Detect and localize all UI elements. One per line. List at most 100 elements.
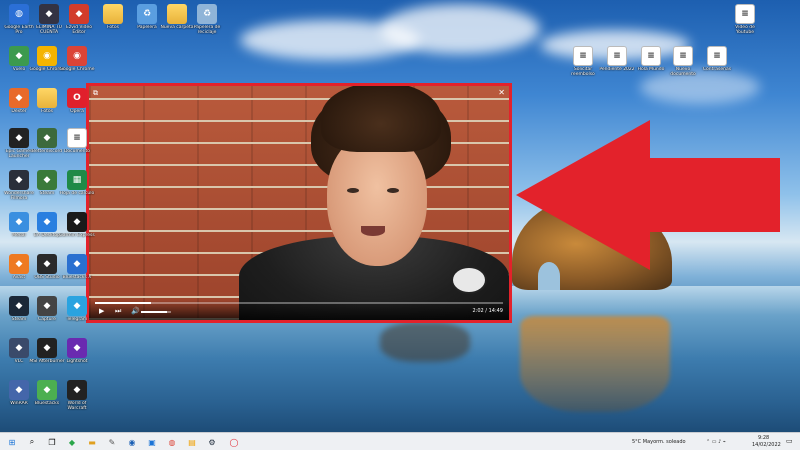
progress-bar[interactable] — [95, 302, 503, 304]
weather-widget[interactable]: 5°C Mayorm. soleado — [632, 439, 686, 445]
desktop-icon-label: Google Chrome — [59, 67, 95, 72]
app-icon: ◆ — [9, 212, 29, 232]
app-icon: ◆ — [67, 254, 87, 274]
app-icon: ◆ — [69, 4, 89, 24]
app-icon: ◆ — [9, 88, 29, 108]
video-player-window[interactable]: ⧉ ✕ ▶ ⏭ 🔊 2:02 / 14:49 — [86, 83, 512, 323]
person-face — [327, 134, 427, 266]
video-frame[interactable] — [89, 86, 509, 320]
globe-icon: ◍ — [9, 4, 29, 24]
desktop-icon-label: Nuevo documento — [670, 67, 696, 77]
desktop-icon[interactable]: ♻ Papelera de reciclaje — [190, 4, 224, 35]
file-explorer-icon[interactable]: ▬ — [86, 436, 98, 448]
notifications-icon[interactable]: ▭ — [786, 437, 793, 445]
desktop-icon-label: Documento — [63, 149, 91, 154]
volume-icon[interactable]: 🔊 — [131, 307, 140, 315]
search-icon[interactable]: ⌕ — [26, 436, 38, 448]
desktop-icon[interactable]: ≡ Solicitar reembolso — [566, 46, 600, 77]
desktop-icon[interactable]: ≡ Hola Mundo — [634, 46, 668, 72]
person-hair-front — [321, 86, 441, 152]
document-icon: ≡ — [67, 128, 87, 148]
desktop-icon[interactable]: ≡ Contraseñas — [700, 46, 734, 72]
app-icon: ◆ — [9, 380, 29, 400]
opera-icon[interactable]: ◯ — [228, 436, 240, 448]
player-controls: ▶ ⏭ 🔊 2:02 / 14:49 — [89, 300, 509, 320]
desktop-icon[interactable]: ≡ Documento — [60, 128, 94, 154]
desktop-icon-label: World of Warcraft — [67, 401, 87, 411]
desktop: ⧉ ✕ ▶ ⏭ 🔊 2:02 / 14:49 ◍ Google Earth Pro… — [0, 0, 800, 432]
desktop-icon[interactable]: ◆ World of Warcraft — [60, 380, 94, 411]
cloud-decor — [380, 4, 540, 54]
app-icon: ◆ — [37, 338, 57, 358]
app-icon: ◆ — [37, 380, 57, 400]
folder-icon — [167, 4, 187, 24]
app-icon: ◆ — [67, 338, 87, 358]
task-view-icon[interactable]: ❐ — [46, 436, 58, 448]
skip-next-icon[interactable]: ⏭ — [115, 307, 121, 316]
folder-icon — [37, 88, 57, 108]
app-icon: ◆ — [37, 128, 57, 148]
app-icon: ◆ — [37, 296, 57, 316]
desktop-icon[interactable]: ≡ Nuevo documento — [666, 46, 700, 77]
recycle-bin-icon: ♻ — [137, 4, 157, 24]
opera-icon: O — [67, 88, 87, 108]
app-icon: ◆ — [9, 170, 29, 190]
close-icon[interactable]: ✕ — [498, 88, 505, 97]
document-icon: ≡ — [673, 46, 693, 66]
app-icon: ◆ — [67, 212, 87, 232]
chrome-icon: ◉ — [37, 46, 57, 66]
chrome-icon[interactable]: ◍ — [166, 436, 178, 448]
progress-bar-fill — [95, 302, 151, 304]
document-icon: ≡ — [735, 4, 755, 24]
store-icon[interactable]: ▣ — [146, 436, 158, 448]
volume-slider[interactable] — [141, 311, 171, 313]
app-icon: ◆ — [9, 338, 29, 358]
edge-icon[interactable]: ◉ — [126, 436, 138, 448]
desktop-icon-label: Papelera de reciclaje — [193, 25, 221, 35]
windows-start-icon[interactable]: ⊞ — [6, 436, 18, 448]
desktop-icon-label: Bluestacks X — [62, 275, 92, 280]
desktop-icon[interactable]: O Opera — [60, 88, 94, 114]
desktop-icon[interactable]: Fotos — [96, 4, 130, 30]
desktop-icon-label: Fotos — [106, 25, 120, 30]
desktop-icon[interactable]: ▦ Hoja de cálculo — [60, 170, 94, 196]
folder-icon — [103, 4, 123, 24]
desktop-icon-label: Hoja de cálculo — [59, 191, 95, 196]
play-icon[interactable]: ▶ — [99, 307, 104, 315]
app-icon: ◆ — [67, 380, 87, 400]
desktop-icon[interactable]: ◆ Bluestacks X — [60, 254, 94, 280]
taskbar-app-icon[interactable]: ◆ — [66, 436, 78, 448]
desktop-icon[interactable]: ◆ Ezvid Video Editor — [62, 4, 96, 35]
document-icon: ≡ — [607, 46, 627, 66]
desktop-icon-label: Pendiente 2022 — [599, 67, 635, 72]
taskbar-tool-icon[interactable]: ✎ — [106, 436, 118, 448]
clock-date[interactable]: 14/02/2022 — [752, 442, 781, 448]
desktop-icon-label: Opera — [70, 109, 84, 114]
volume-slider-fill — [141, 311, 167, 313]
tray-icons[interactable]: ⌃ ▭ ♪ ⌁ — [706, 439, 726, 445]
shadow-reflection — [380, 322, 470, 362]
folder-icon[interactable]: ▤ — [186, 436, 198, 448]
desktop-icon[interactable]: ◆ Telegram — [60, 296, 94, 322]
desktop-icon[interactable]: ◆ Lightshot — [60, 338, 94, 364]
desktop-icon-label: Vídeo de Youtube — [735, 25, 755, 35]
desktop-icon-label: Hola Mundo — [637, 67, 665, 72]
person-eye-right — [387, 188, 399, 193]
steam-icon[interactable]: ⚙ — [206, 436, 218, 448]
desktop-icon[interactable]: ◉ Google Chrome — [60, 46, 94, 72]
desktop-icon-label: Garmin Express — [59, 233, 95, 238]
chrome-icon: ◉ — [67, 46, 87, 66]
desktop-icon[interactable]: ≡ Pendiente 2022 — [599, 46, 635, 72]
document-icon: ≡ — [641, 46, 661, 66]
app-icon: ◆ — [9, 128, 29, 148]
app-icon: ◆ — [67, 296, 87, 316]
desktop-icon[interactable]: ◆ Garmin Express — [59, 212, 95, 238]
clock-time[interactable]: 9:28 — [758, 435, 769, 441]
person-mouth — [361, 226, 385, 236]
desktop-icon-label: Solicitar reembolso — [571, 67, 595, 77]
taskbar: ⊞ ⌕ ❐ ◆ ▬ ✎ ◉ ▣ ◍ ▤ ⚙ ◯ 5°C Mayorm. sole… — [0, 432, 800, 450]
app-icon: ◆ — [37, 254, 57, 274]
rock-reflection — [520, 316, 670, 412]
desktop-icon[interactable]: ≡ Vídeo de Youtube — [728, 4, 762, 35]
desktop-icon-label: Lightshot — [66, 359, 88, 364]
